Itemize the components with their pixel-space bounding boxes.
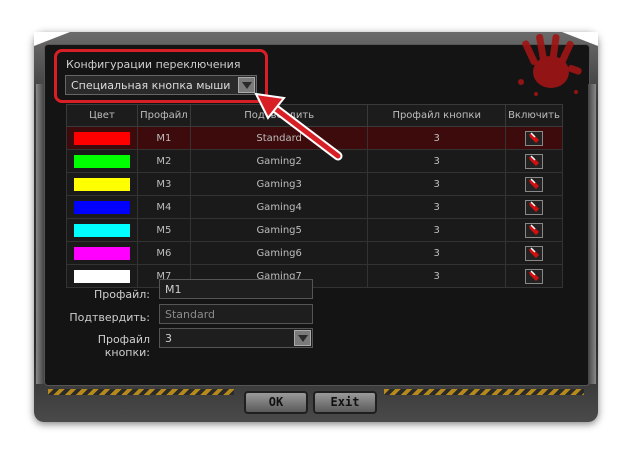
enable-mouse-icon[interactable] [524,245,543,261]
hazard-stripe [48,389,234,395]
profile-cell: M1 [136,126,191,150]
column-header-color[interactable]: Цвет [66,104,138,127]
profile-label: Профайл: [93,288,150,301]
enable-mouse-icon[interactable] [524,199,543,215]
enable-cell[interactable] [504,172,564,196]
enable-cell[interactable] [504,195,564,219]
button-profile-cell: 3 [367,126,506,150]
enable-mouse-icon[interactable] [524,153,543,169]
color-cell[interactable] [66,172,138,196]
enable-cell[interactable] [504,264,564,288]
ok-button[interactable]: OK [244,391,308,414]
enable-cell[interactable] [504,218,564,242]
enable-mouse-icon[interactable] [524,222,543,238]
color-swatch[interactable] [73,131,130,145]
color-swatch[interactable] [73,154,130,168]
color-swatch[interactable] [73,269,130,283]
enable-cell[interactable] [504,126,564,150]
color-cell[interactable] [66,195,138,219]
button-profile-cell: 3 [367,195,506,219]
color-swatch[interactable] [73,246,130,260]
button-profile-cell: 3 [367,264,506,288]
frame-side-bar [36,84,44,384]
table-row[interactable]: M5 Gaming5 3 [66,218,564,242]
button-profile-cell: 3 [367,172,506,196]
highlight-frame [54,49,268,103]
color-cell[interactable] [66,264,138,288]
annotation-arrow [254,92,343,161]
hazard-stripe [384,389,584,395]
color-swatch[interactable] [73,177,130,191]
column-header-profile[interactable]: Профайл [136,104,191,127]
column-header-enable[interactable]: Включить [504,104,564,127]
enable-mouse-icon[interactable] [524,176,543,192]
profile-cell: M6 [136,241,191,265]
table-row[interactable]: M3 Gaming3 3 [66,172,564,196]
profile-cell: M4 [136,195,191,219]
color-cell[interactable] [66,218,138,242]
name-cell: Gaming6 [189,241,369,265]
color-swatch[interactable] [73,200,130,214]
exit-button[interactable]: Exit [313,391,377,414]
table-row[interactable]: M7 Gaming7 3 [66,264,564,288]
button-profile-value: 3 [165,332,172,345]
color-cell[interactable] [66,149,138,173]
profile-cell: M3 [136,172,191,196]
button-profile-cell: 3 [367,218,506,242]
enable-cell[interactable] [504,241,564,265]
name-cell: Gaming5 [189,218,369,242]
column-header-button-profile[interactable]: Профайл кнопки [367,104,506,127]
table-row[interactable]: M6 Gaming6 3 [66,241,564,265]
confirm-label: Подтвердить: [69,311,150,324]
frame-side-bar [588,84,596,384]
chevron-down-icon[interactable] [294,330,311,346]
button-profile-select[interactable]: 3 [159,328,313,348]
name-cell: Gaming3 [189,172,369,196]
button-profile-cell: 3 [367,149,506,173]
color-swatch[interactable] [73,223,130,237]
bloody-hand-logo-icon [518,33,582,96]
profile-cell: M5 [136,218,191,242]
profile-input[interactable]: M1 [159,279,313,299]
enable-mouse-icon[interactable] [524,268,543,284]
button-profile-cell: 3 [367,241,506,265]
name-cell: Gaming4 [189,195,369,219]
button-profile-label: Профайл кнопки: [97,333,150,359]
enable-mouse-icon[interactable] [524,130,543,146]
table-row[interactable]: M4 Gaming4 3 [66,195,564,219]
color-cell[interactable] [66,126,138,150]
enable-cell[interactable] [504,149,564,173]
profile-cell: M2 [136,149,191,173]
color-cell[interactable] [66,241,138,265]
confirm-input[interactable]: Standard [159,304,313,324]
